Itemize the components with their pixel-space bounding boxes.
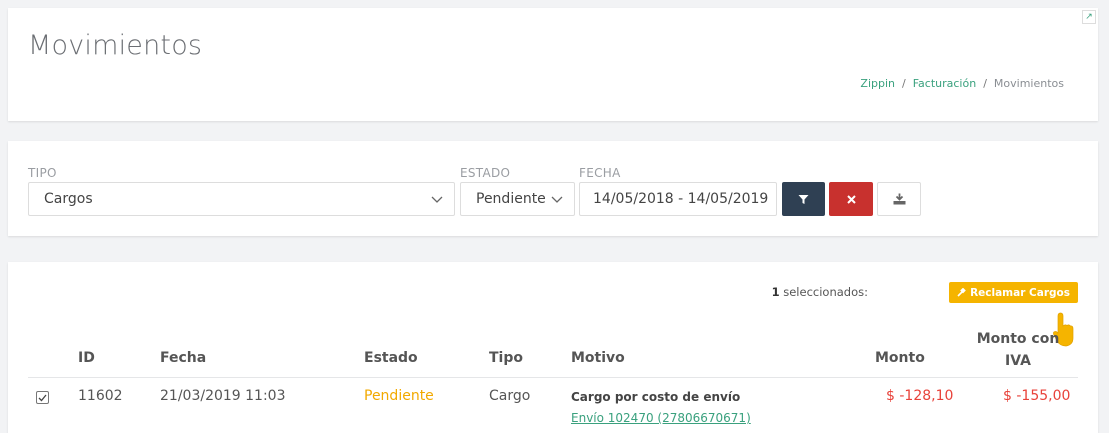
clear-filter-button[interactable] (829, 182, 873, 216)
download-button[interactable] (877, 182, 921, 216)
breadcrumb-current: Movimientos (993, 77, 1064, 90)
row-monto: $ -128,10 (886, 388, 954, 404)
movements-table-panel: 1 seleccionados: Reclamar Cargos ID Fech… (8, 262, 1098, 433)
breadcrumb: Zippin / Facturación / Movimientos (860, 77, 1064, 90)
column-header-tipo: Tipo (489, 350, 523, 366)
row-motivo: Cargo por costo de envío (571, 390, 741, 404)
fecha-range-value: 14/05/2018 - 14/05/2019 (593, 191, 769, 207)
row-id: 11602 (78, 388, 123, 404)
row-fecha: 21/03/2019 11:03 (160, 388, 286, 404)
column-header-monto: Monto (875, 350, 925, 366)
chevron-down-icon (551, 196, 563, 203)
column-header-estado: Estado (364, 350, 418, 366)
apply-filter-button[interactable] (782, 182, 825, 216)
download-icon (893, 193, 905, 205)
column-header-motivo: Motivo (571, 350, 625, 366)
estado-select[interactable]: Pendiente (460, 182, 575, 216)
row-checkbox[interactable] (36, 391, 49, 404)
estado-select-value: Pendiente (476, 191, 546, 207)
column-header-id: ID (78, 350, 95, 366)
fecha-range-input[interactable]: 14/05/2018 - 14/05/2019 (579, 182, 777, 216)
checkmark-icon (38, 394, 47, 401)
close-icon (846, 194, 856, 204)
filter-icon (798, 194, 809, 204)
column-header-monto-iva-line2: IVA (1005, 353, 1031, 369)
row-tipo: Cargo (489, 388, 531, 404)
breadcrumb-facturacion[interactable]: Facturación (913, 77, 976, 90)
header-divider (28, 377, 1078, 378)
fecha-label: FECHA (579, 166, 621, 180)
claim-charges-label: Reclamar Cargos (970, 286, 1070, 299)
row-estado: Pendiente (364, 388, 434, 404)
row-monto-iva: $ -155,00 (1003, 388, 1071, 404)
tipo-select-value: Cargos (44, 191, 93, 207)
estado-label: ESTADO (460, 166, 511, 180)
claim-charges-button[interactable]: Reclamar Cargos (949, 282, 1078, 303)
breadcrumb-separator: / (983, 77, 987, 90)
tipo-label: TIPO (28, 166, 57, 180)
expand-icon[interactable]: ↗ (1082, 10, 1096, 24)
column-header-fecha: Fecha (160, 350, 207, 366)
column-header-monto-iva: Monto con IVA (976, 328, 1060, 372)
selected-count: 1 (771, 285, 780, 299)
breadcrumb-separator: / (902, 77, 906, 90)
gavel-icon (957, 288, 966, 297)
column-header-monto-iva-line1: Monto con (976, 331, 1060, 347)
filters-panel: TIPO Cargos ESTADO Pendiente FECHA 14/05… (8, 141, 1098, 236)
header-panel: ↗ Movimientos Zippin / Facturación / Mov… (8, 8, 1098, 121)
tipo-select[interactable]: Cargos (28, 182, 455, 216)
selected-label: seleccionados: (783, 285, 868, 299)
selected-count-info: 1 seleccionados: (772, 285, 868, 299)
row-motivo-link[interactable]: Envío 102470 (27806670671) (571, 411, 751, 425)
breadcrumb-zippin[interactable]: Zippin (860, 77, 895, 90)
page-title: Movimientos (28, 30, 203, 61)
chevron-down-icon (431, 196, 443, 203)
